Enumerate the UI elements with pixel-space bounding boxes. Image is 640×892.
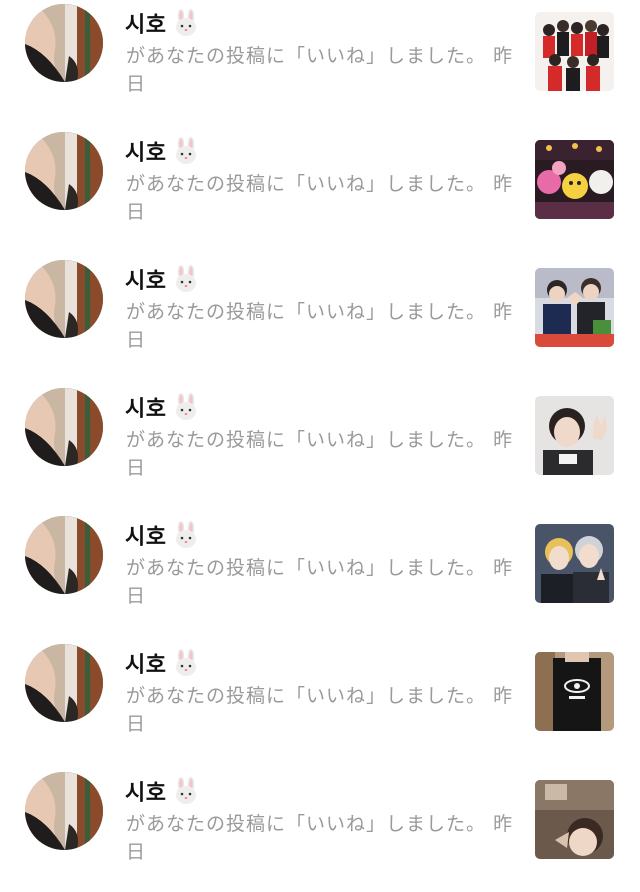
notification-item[interactable]: 시호 があなたの投稿に「いいね」しました。 昨日 xyxy=(0,764,640,892)
avatar[interactable] xyxy=(25,644,103,722)
message-text: があなたの投稿に「いいね」しました。 xyxy=(126,429,487,451)
notification-message: があなたの投稿に「いいね」しました。 昨日 xyxy=(126,554,516,610)
post-thumbnail[interactable] xyxy=(535,140,614,219)
notification-message: があなたの投稿に「いいね」しました。 昨日 xyxy=(126,298,516,354)
post-thumbnail[interactable] xyxy=(535,652,614,731)
rabbit-face-icon xyxy=(172,649,200,677)
user-name[interactable]: 시호 xyxy=(125,519,166,551)
avatar[interactable] xyxy=(25,132,103,210)
message-text: があなたの投稿に「いいね」しました。 xyxy=(126,45,487,67)
user-name[interactable]: 시호 xyxy=(125,135,166,167)
post-thumbnail[interactable] xyxy=(535,780,614,859)
notification-message: があなたの投稿に「いいね」しました。 昨日 xyxy=(126,42,516,98)
post-thumbnail[interactable] xyxy=(535,12,614,91)
post-thumbnail[interactable] xyxy=(535,524,614,603)
rabbit-face-icon xyxy=(172,137,200,165)
notification-message: があなたの投稿に「いいね」しました。 昨日 xyxy=(126,426,516,482)
message-text: があなたの投稿に「いいね」しました。 xyxy=(126,173,487,195)
rabbit-face-icon xyxy=(172,393,200,421)
rabbit-face-icon xyxy=(172,265,200,293)
user-name[interactable]: 시호 xyxy=(125,647,166,679)
user-name[interactable]: 시호 xyxy=(125,775,166,807)
notification-item[interactable]: 시호 があなたの投稿に「いいね」しました。 昨日 xyxy=(0,636,640,764)
message-text: があなたの投稿に「いいね」しました。 xyxy=(126,557,487,579)
avatar[interactable] xyxy=(25,4,103,82)
user-name[interactable]: 시호 xyxy=(125,263,166,295)
avatar[interactable] xyxy=(25,260,103,338)
post-thumbnail[interactable] xyxy=(535,268,614,347)
notification-message: があなたの投稿に「いいね」しました。 昨日 xyxy=(126,682,516,738)
notification-message: があなたの投稿に「いいね」しました。 昨日 xyxy=(126,810,516,866)
rabbit-face-icon xyxy=(172,777,200,805)
avatar[interactable] xyxy=(25,388,103,466)
avatar[interactable] xyxy=(25,516,103,594)
notification-item[interactable]: 시호 があなたの投稿に「いいね」しました。 昨日 xyxy=(0,124,640,252)
rabbit-face-icon xyxy=(172,521,200,549)
notification-message: があなたの投稿に「いいね」しました。 昨日 xyxy=(126,170,516,226)
rabbit-face-icon xyxy=(172,9,200,37)
message-text: があなたの投稿に「いいね」しました。 xyxy=(126,685,487,707)
notification-list: 시호 があなたの投稿に「いいね」しました。 昨日 시호 があなたの投稿に「いいね… xyxy=(0,0,640,892)
post-thumbnail[interactable] xyxy=(535,396,614,475)
message-text: があなたの投稿に「いいね」しました。 xyxy=(126,301,487,323)
notification-item[interactable]: 시호 があなたの投稿に「いいね」しました。 昨日 xyxy=(0,380,640,508)
notification-item[interactable]: 시호 があなたの投稿に「いいね」しました。 昨日 xyxy=(0,0,640,124)
notification-item[interactable]: 시호 があなたの投稿に「いいね」しました。 昨日 xyxy=(0,508,640,636)
user-name[interactable]: 시호 xyxy=(125,391,166,423)
message-text: があなたの投稿に「いいね」しました。 xyxy=(126,813,487,835)
user-name[interactable]: 시호 xyxy=(125,7,166,39)
notification-item[interactable]: 시호 があなたの投稿に「いいね」しました。 昨日 xyxy=(0,252,640,380)
avatar[interactable] xyxy=(25,772,103,850)
